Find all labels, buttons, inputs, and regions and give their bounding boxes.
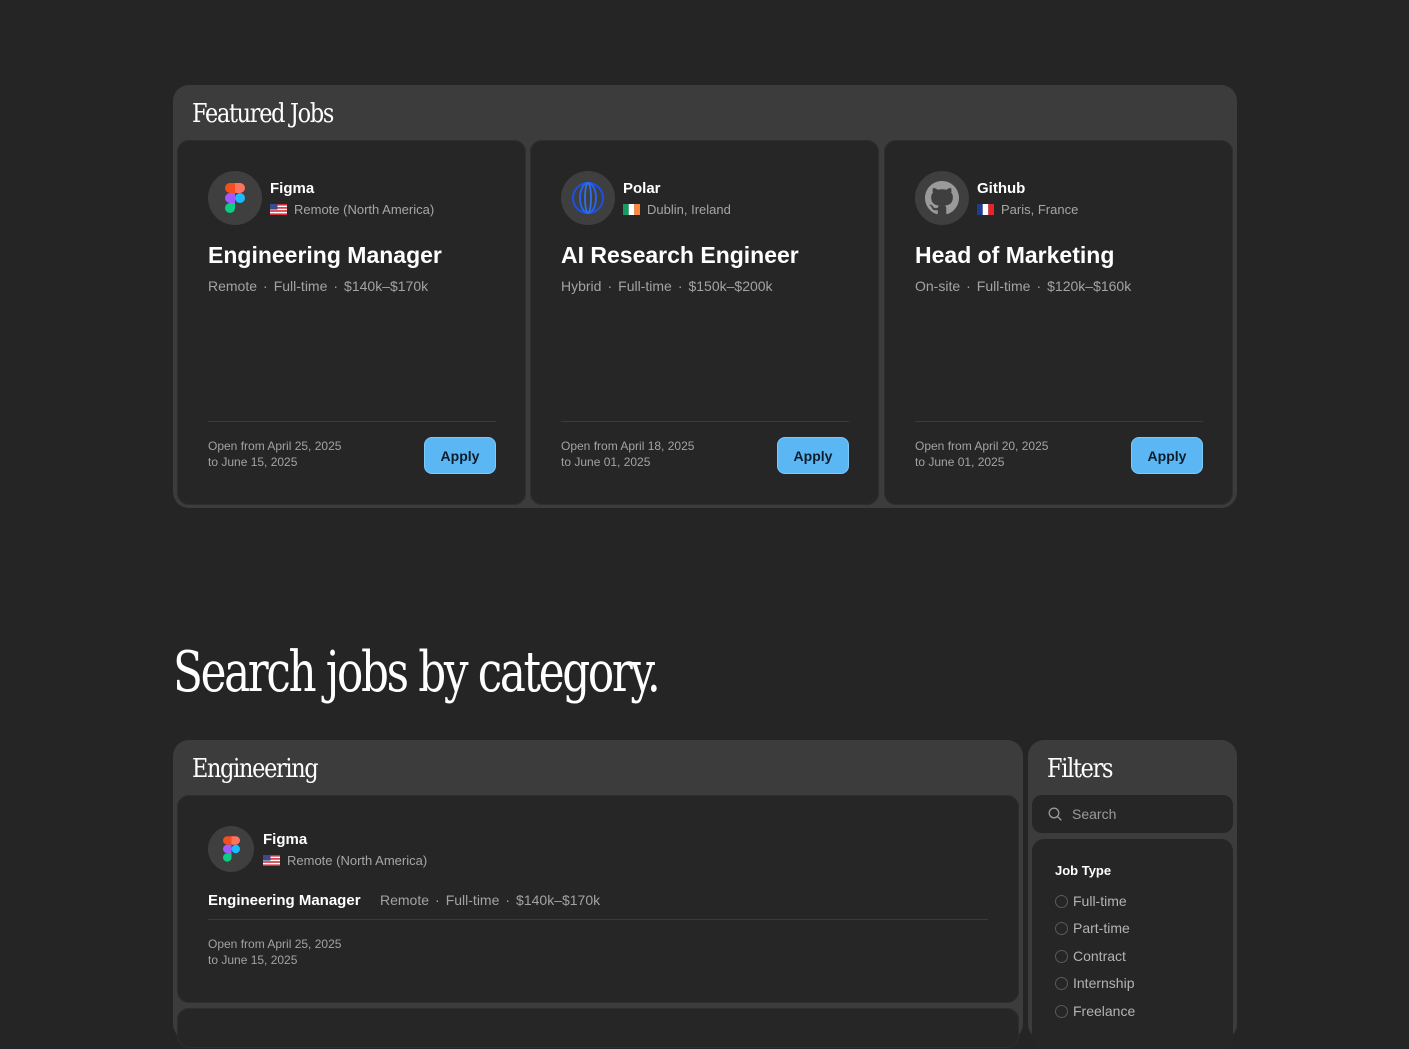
search-input[interactable] (1070, 805, 1214, 823)
open-to: to June 01, 2025 (915, 455, 1005, 469)
featured-jobs-panel: Featured Jobs Figma Remote (North Americ… (173, 85, 1237, 508)
job-list-item[interactable] (177, 1008, 1019, 1048)
location-label: Paris, France (1001, 202, 1079, 217)
apply-button[interactable]: Apply (424, 437, 496, 474)
option-label: Full-time (1073, 893, 1127, 909)
card-divider (208, 919, 988, 920)
separator: · (677, 278, 683, 294)
featured-jobs-title: Featured Jobs (192, 99, 334, 129)
company-name: Figma (270, 180, 315, 197)
featured-job-card[interactable]: Github Paris, France Head of Marketing O… (884, 140, 1233, 505)
open-from: Open from April 25, 2025 (208, 937, 342, 951)
open-dates: Open from April 25, 2025 to June 15, 202… (208, 438, 341, 470)
job-meta: Remote · Full-time · $140k–$170k (208, 278, 428, 294)
card-divider (915, 421, 1203, 422)
job-location: Dublin, Ireland (623, 202, 731, 217)
work-mode: On-site (915, 278, 961, 294)
apply-button[interactable]: Apply (777, 437, 849, 474)
job-title: Engineering Manager (208, 892, 361, 909)
option-label: Internship (1073, 975, 1135, 991)
open-from: Open from April 20, 2025 (915, 439, 1049, 453)
us-flag-icon (270, 204, 287, 215)
polar-logo-icon (561, 171, 615, 225)
open-to: to June 15, 2025 (208, 455, 298, 469)
separator: · (435, 892, 440, 908)
location-label: Remote (North America) (287, 853, 428, 868)
separator: · (966, 278, 971, 294)
option-label: Part-time (1073, 920, 1130, 936)
company-name: Figma (263, 831, 308, 848)
france-flag-icon (977, 204, 994, 215)
employment-type: Full-time (273, 278, 328, 294)
radio-button[interactable] (1055, 921, 1068, 935)
radio-button[interactable] (1055, 949, 1068, 963)
filters-title: Filters (1047, 754, 1113, 784)
apply-button[interactable]: Apply (1131, 437, 1203, 474)
open-from: Open from April 18, 2025 (561, 439, 695, 453)
featured-job-card[interactable]: Figma Remote (North America) Engineering… (177, 140, 526, 505)
job-type-option[interactable]: Full-time (1055, 893, 1127, 909)
radio-button[interactable] (1055, 976, 1068, 990)
featured-job-card[interactable]: Polar Dublin, Ireland AI Research Engine… (530, 140, 879, 505)
job-title: Head of Marketing (915, 242, 1115, 268)
radio-button[interactable] (1055, 894, 1068, 908)
category-title: Engineering (192, 754, 319, 784)
work-mode: Remote (380, 892, 430, 908)
search-by-category-heading: Search jobs by category. (173, 640, 661, 705)
company-name: Github (977, 180, 1026, 197)
open-to: to June 15, 2025 (208, 953, 298, 967)
employment-type: Full-time (618, 278, 672, 294)
card-divider (561, 421, 849, 422)
us-flag-icon (263, 855, 280, 866)
open-dates: Open from April 20, 2025 to June 01, 202… (915, 438, 1048, 470)
job-location: Remote (North America) (263, 853, 427, 868)
open-from: Open from April 25, 2025 (208, 439, 342, 453)
open-dates: Open from April 25, 2025 to June 15, 202… (208, 936, 341, 968)
job-meta: On-site · Full-time · $120k–$160k (915, 278, 1131, 294)
job-type-option[interactable]: Part-time (1055, 920, 1130, 936)
job-type-option[interactable]: Internship (1055, 975, 1134, 991)
filters-panel: Filters Job Type Full-time Part-time Con… (1028, 740, 1237, 1049)
option-label: Contract (1073, 948, 1126, 964)
salary-range: $150k–$200k (688, 278, 773, 294)
figma-logo-icon (208, 826, 254, 872)
option-label: Freelance (1073, 1003, 1136, 1019)
open-dates: Open from April 18, 2025 to June 01, 202… (561, 438, 694, 470)
job-type-option[interactable]: Contract (1055, 948, 1126, 964)
separator: · (1036, 278, 1042, 294)
separator: · (333, 278, 339, 294)
salary-range: $120k–$160k (1047, 278, 1132, 294)
search-icon (1048, 807, 1062, 821)
job-location: Paris, France (977, 202, 1078, 217)
job-title: Engineering Manager (208, 242, 442, 268)
job-location: Remote (North America) (270, 202, 434, 217)
separator: · (505, 892, 511, 908)
employment-type: Full-time (445, 892, 500, 908)
ireland-flag-icon (623, 204, 640, 215)
card-divider (208, 421, 496, 422)
job-type-filter: Job Type Full-time Part-time Contract In… (1032, 839, 1233, 1049)
company-name: Polar (623, 180, 661, 197)
work-mode: Remote (208, 278, 258, 294)
job-list-item[interactable]: Figma Remote (North America) Engineering… (177, 795, 1019, 1003)
figma-logo-icon (208, 171, 262, 225)
separator: · (263, 278, 268, 294)
engineering-category-panel: Engineering Figma Remote (North America) (173, 740, 1023, 1048)
github-logo-icon (915, 171, 969, 225)
work-mode: Hybrid (561, 278, 602, 294)
search-box[interactable] (1032, 795, 1233, 833)
location-label: Dublin, Ireland (647, 202, 731, 217)
job-type-option[interactable]: Freelance (1055, 1003, 1135, 1019)
salary-range: $140k–$170k (344, 278, 429, 294)
job-meta: Remote · Full-time · $140k–$170k (380, 892, 600, 908)
job-type-heading: Job Type (1055, 863, 1112, 878)
location-label: Remote (North America) (294, 202, 435, 217)
employment-type: Full-time (976, 278, 1031, 294)
job-title: AI Research Engineer (561, 242, 799, 268)
radio-button[interactable] (1055, 1004, 1068, 1018)
separator: · (607, 278, 613, 294)
open-to: to June 01, 2025 (561, 455, 651, 469)
job-meta: Hybrid · Full-time · $150k–$200k (561, 278, 773, 294)
salary-range: $140k–$170k (516, 892, 601, 908)
